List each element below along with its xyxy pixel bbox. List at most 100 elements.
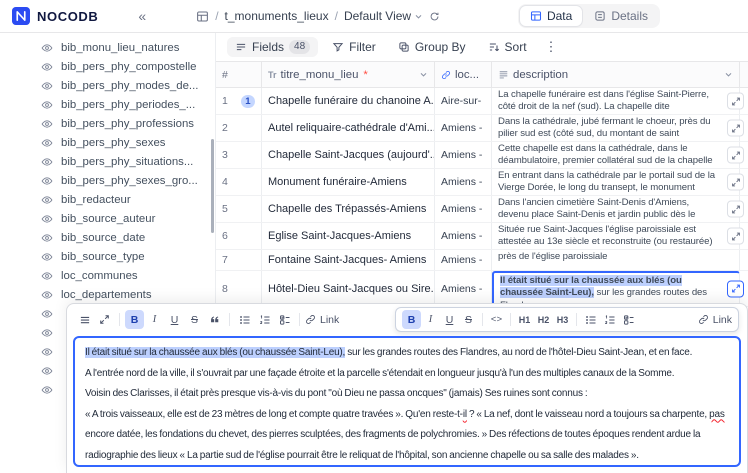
- loc-cell[interactable]: Aire-sur-: [435, 88, 492, 114]
- expand-record-button[interactable]: [727, 280, 740, 297]
- description-cell[interactable]: La chapelle funéraire est dans l'église …: [492, 88, 740, 114]
- title-cell[interactable]: Fontaine Saint-Jacques- Amiens: [262, 250, 435, 270]
- loc-cell[interactable]: Amiens -: [435, 196, 492, 222]
- title-cell[interactable]: Hôtel-Dieu Saint-Jacques ou Sire...: [262, 271, 435, 306]
- row-number-cell[interactable]: 11: [216, 88, 262, 114]
- sidebar-item-table[interactable]: loc_communes: [0, 266, 215, 285]
- expand-record-button[interactable]: [727, 120, 740, 137]
- title-cell[interactable]: Chapelle des Trépassés-Amiens: [262, 196, 435, 222]
- filter-button[interactable]: Filter: [324, 37, 384, 57]
- title-cell[interactable]: Chapelle funéraire du chanoine A...: [262, 88, 435, 114]
- sidebar-item-table[interactable]: bib_pers_phy_sexes: [0, 133, 215, 152]
- description-cell[interactable]: Située rue Saint-Jacques l'église parois…: [492, 223, 740, 249]
- heading3-button[interactable]: H3: [553, 310, 572, 329]
- chevron-down-icon[interactable]: [724, 70, 733, 79]
- sidebar-item-table[interactable]: bib_pers_phy_modes_de...: [0, 76, 215, 95]
- row-number-cell[interactable]: 4: [216, 169, 262, 195]
- table-row[interactable]: 11 Chapelle funéraire du chanoine A... A…: [216, 88, 748, 115]
- bullet-list-button[interactable]: [235, 310, 254, 329]
- column-header-titre-monu-lieu[interactable]: Tr titre_monu_lieu *: [262, 62, 435, 87]
- loc-cell[interactable]: Amiens -: [435, 271, 492, 306]
- check-list-button[interactable]: [275, 310, 294, 329]
- loc-cell[interactable]: Amiens -: [435, 250, 492, 270]
- loc-cell[interactable]: Amiens -: [435, 169, 492, 195]
- check-list-button[interactable]: [619, 310, 638, 329]
- sidebar-item-table[interactable]: bib_pers_phy_professions: [0, 114, 215, 133]
- row-number-cell[interactable]: 7: [216, 250, 262, 270]
- sidebar-scrollbar[interactable]: [211, 139, 214, 233]
- description-cell[interactable]: près de l'église paroissiale: [492, 250, 740, 270]
- sort-button[interactable]: Sort: [480, 37, 535, 57]
- collapse-sidebar-button[interactable]: «: [138, 8, 146, 24]
- expand-record-button[interactable]: [727, 201, 740, 218]
- tab-details[interactable]: Details: [584, 6, 658, 26]
- loc-cell[interactable]: Amiens -: [435, 142, 492, 168]
- tab-data[interactable]: Data: [520, 6, 582, 26]
- sidebar-item-table[interactable]: bib_pers_phy_compostelle: [0, 57, 215, 76]
- row-number-cell[interactable]: 8: [216, 271, 262, 306]
- sidebar-item-table[interactable]: bib_pers_phy_periodes_...: [0, 95, 215, 114]
- underline-button[interactable]: U: [440, 310, 459, 329]
- heading2-button[interactable]: H2: [534, 310, 553, 329]
- table-row[interactable]: 2 Autel reliquaire-cathédrale d'Ami... A…: [216, 115, 748, 142]
- description-cell[interactable]: Dans l'ancien cimetière Saint-Denis d'Am…: [492, 196, 740, 222]
- sidebar-item-table[interactable]: loc_departements: [0, 285, 215, 304]
- table-row[interactable]: 5 Chapelle des Trépassés-Amiens Amiens -…: [216, 196, 748, 223]
- bullet-list-button[interactable]: [581, 310, 600, 329]
- row-number-cell[interactable]: 6: [216, 223, 262, 249]
- description-cell[interactable]: Dans la cathédrale, jubé fermant le choe…: [492, 115, 740, 141]
- title-cell[interactable]: Monument funéraire-Amiens: [262, 169, 435, 195]
- underline-button[interactable]: U: [165, 310, 184, 329]
- expand-record-button[interactable]: [727, 228, 740, 245]
- chevron-down-icon[interactable]: [419, 70, 428, 79]
- strikethrough-button[interactable]: S: [459, 310, 478, 329]
- toolbar-more-icon[interactable]: ⋮: [541, 39, 562, 55]
- sidebar-item-table[interactable]: bib_source_date: [0, 228, 215, 247]
- loc-cell[interactable]: Amiens -: [435, 223, 492, 249]
- table-row[interactable]: 8 Hôtel-Dieu Saint-Jacques ou Sire... Am…: [216, 271, 748, 307]
- sidebar-item-table[interactable]: bib_source_auteur: [0, 209, 215, 228]
- title-cell[interactable]: Eglise Saint-Jacques-Amiens: [262, 223, 435, 249]
- group-by-button[interactable]: Group By: [390, 37, 474, 57]
- numbered-list-button[interactable]: [255, 310, 274, 329]
- bold-button[interactable]: B: [125, 310, 144, 329]
- column-header-description[interactable]: description: [492, 62, 740, 87]
- italic-button[interactable]: I: [421, 310, 440, 329]
- sidebar-item-table[interactable]: bib_redacteur: [0, 190, 215, 209]
- bold-button[interactable]: B: [402, 310, 421, 329]
- code-button[interactable]: <>: [487, 310, 506, 329]
- refresh-icon[interactable]: [429, 11, 440, 22]
- expand-record-button[interactable]: [727, 93, 740, 110]
- sidebar-item-table[interactable]: bib_source_type: [0, 247, 215, 266]
- sidebar-item-table[interactable]: bib_pers_phy_situations...: [0, 152, 215, 171]
- sidebar-item-table[interactable]: bib_pers_phy_sexes_gro...: [0, 171, 215, 190]
- title-cell[interactable]: Chapelle Saint-Jacques (aujourd'...: [262, 142, 435, 168]
- table-row[interactable]: 6 Eglise Saint-Jacques-Amiens Amiens - S…: [216, 223, 748, 250]
- sidebar-item-table[interactable]: bib_monu_lieu_natures: [0, 38, 215, 57]
- link-button[interactable]: Link: [305, 314, 339, 326]
- column-header-loc[interactable]: loc...: [435, 62, 492, 87]
- expand-record-button[interactable]: [727, 174, 740, 191]
- link-button[interactable]: Link: [698, 314, 732, 326]
- rich-text-editor-content[interactable]: Il était situé sur la chaussée aux blés …: [73, 336, 741, 467]
- row-number-cell[interactable]: 2: [216, 115, 262, 141]
- breadcrumb-view-selector[interactable]: Default View: [344, 9, 423, 23]
- row-number-cell[interactable]: 5: [216, 196, 262, 222]
- table-row[interactable]: 4 Monument funéraire-Amiens Amiens - En …: [216, 169, 748, 196]
- table-row[interactable]: 3 Chapelle Saint-Jacques (aujourd'... Am…: [216, 142, 748, 169]
- heading1-button[interactable]: H1: [515, 310, 534, 329]
- loc-cell[interactable]: Amiens -: [435, 115, 492, 141]
- description-cell[interactable]: Cette chapelle est dans la cathédrale, d…: [492, 142, 740, 168]
- fields-button[interactable]: Fields 48: [227, 37, 318, 57]
- description-cell-active[interactable]: Il était situé sur la chaussée aux blés …: [492, 271, 740, 306]
- row-number-cell[interactable]: 3: [216, 142, 262, 168]
- format-menu-icon[interactable]: [75, 310, 94, 329]
- table-row[interactable]: 7 Fontaine Saint-Jacques- Amiens Amiens …: [216, 250, 748, 271]
- italic-button[interactable]: I: [145, 310, 164, 329]
- nocodb-logo[interactable]: NOCODB: [12, 7, 98, 25]
- breadcrumb-table-name[interactable]: t_monuments_lieux: [225, 9, 329, 23]
- title-cell[interactable]: Autel reliquaire-cathédrale d'Ami...: [262, 115, 435, 141]
- description-cell[interactable]: En entrant dans la cathédrale par le por…: [492, 169, 740, 195]
- numbered-list-button[interactable]: [600, 310, 619, 329]
- quote-button[interactable]: [205, 310, 224, 329]
